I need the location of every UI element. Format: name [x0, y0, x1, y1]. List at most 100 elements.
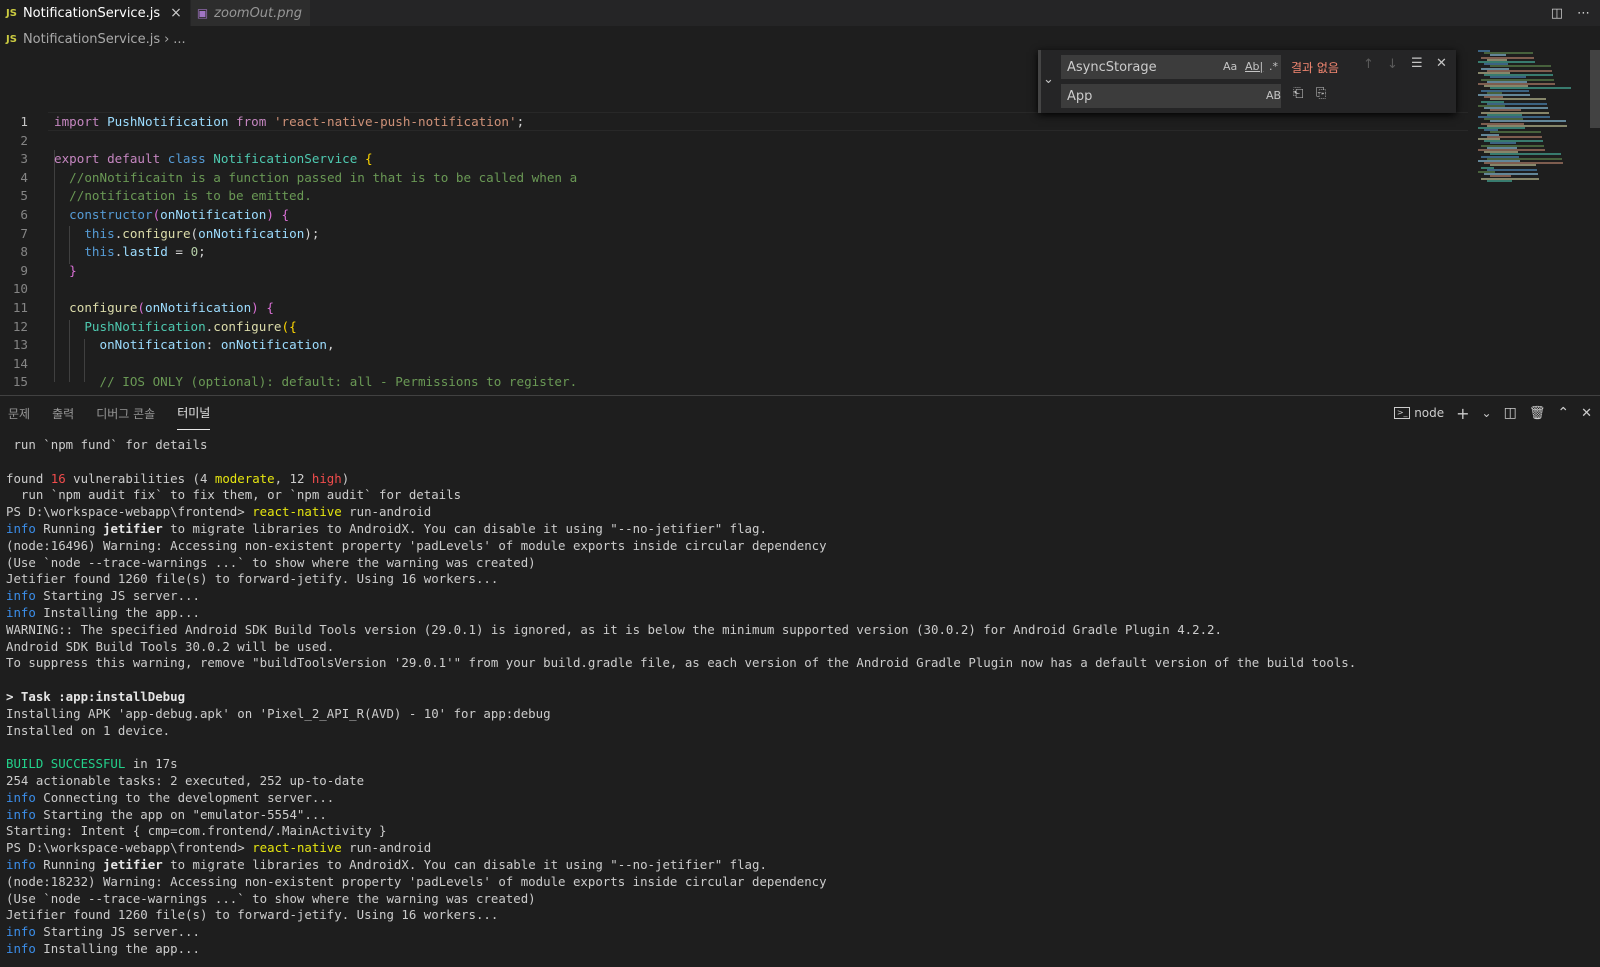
- code-line[interactable]: 6 constructor(onNotification) {: [0, 205, 1460, 224]
- code-text: import PushNotification from 'react-nati…: [54, 114, 525, 129]
- line-number: 5: [20, 188, 28, 204]
- terminal-line: Jetifier found 1260 file(s) to forward-j…: [6, 907, 499, 923]
- line-number: 4: [20, 169, 28, 185]
- match-case-icon[interactable]: Aa: [1223, 60, 1237, 73]
- terminal-line: info Starting the app on "emulator-5554"…: [6, 806, 327, 822]
- tab-debug-console[interactable]: 디버그 콘솔: [96, 396, 155, 430]
- find-input-value: AsyncStorage: [1067, 59, 1157, 75]
- terminal-line: info Installing the app...: [6, 940, 200, 956]
- terminal-line: BUILD SUCCESSFUL in 17s: [6, 756, 178, 772]
- tab-terminal[interactable]: 터미널: [177, 396, 211, 430]
- terminal-output[interactable]: run `npm fund` for details found 16 vuln…: [6, 436, 1356, 957]
- code-line[interactable]: 14: [0, 354, 1460, 373]
- terminal-line: PS D:\workspace-webapp\frontend> react-n…: [6, 840, 432, 856]
- vertical-scrollbar[interactable]: [1590, 50, 1600, 128]
- terminal-line: info Starting JS server...: [6, 924, 200, 940]
- match-whole-word-icon[interactable]: Ab|: [1245, 60, 1263, 73]
- terminal-line: run `npm fund` for details: [6, 437, 208, 452]
- line-number: 7: [20, 225, 28, 241]
- code-line[interactable]: 10: [0, 279, 1460, 298]
- terminal-line: Android SDK Build Tools 30.0.2 will be u…: [6, 638, 335, 654]
- terminal-line: Jetifier found 1260 file(s) to forward-j…: [6, 571, 499, 587]
- panel-actions: >_ node + ⌄ ◫ 🗑 ⌃ ✕: [1394, 396, 1592, 430]
- editor-tab-bar: JS NotificationService.js × ▣ zoomOut.pn…: [0, 0, 1600, 26]
- code-line[interactable]: 8 this.lastId = 0;: [0, 242, 1460, 261]
- use-regex-icon[interactable]: .*: [1269, 60, 1278, 73]
- toggle-replace-chevron-icon[interactable]: ⌄: [1043, 72, 1054, 87]
- code-text: export default class NotificationService…: [54, 151, 373, 167]
- javascript-file-icon: JS: [6, 7, 17, 19]
- replace-input[interactable]: App: [1061, 84, 1281, 108]
- terminal-line: info Running jetifier to migrate librari…: [6, 856, 767, 872]
- terminal-line: info Installing the app...: [6, 604, 200, 620]
- more-actions-icon[interactable]: ⋯: [1577, 6, 1590, 21]
- line-number: 3: [20, 151, 28, 167]
- line-number: 8: [20, 244, 28, 260]
- terminal-name: node: [1414, 406, 1445, 420]
- split-terminal-icon[interactable]: ◫: [1504, 405, 1517, 421]
- close-icon[interactable]: ✕: [1436, 56, 1447, 71]
- code-text: this.configure(onNotification);: [84, 225, 320, 241]
- code-text: this.lastId = 0;: [84, 244, 206, 260]
- chevron-down-icon[interactable]: ⌄: [1482, 406, 1492, 420]
- code-line[interactable]: 12 PushNotification.configure({: [0, 317, 1460, 336]
- code-text: constructor(onNotification) {: [69, 207, 290, 222]
- new-terminal-icon[interactable]: +: [1456, 404, 1469, 423]
- minimap-line: [1490, 164, 1536, 167]
- breadcrumb-file[interactable]: NotificationService.js: [23, 32, 160, 47]
- maximize-panel-icon[interactable]: ⌃: [1557, 405, 1569, 421]
- terminal-line: WARNING:: The specified Android SDK Buil…: [6, 621, 1222, 637]
- previous-match-icon[interactable]: ↑: [1363, 57, 1374, 72]
- code-line[interactable]: 3 export default class NotificationServic…: [0, 149, 1460, 168]
- code-line[interactable]: 9 }: [0, 261, 1460, 280]
- code-text: PushNotification.configure({: [84, 318, 297, 334]
- line-number: 12: [12, 318, 28, 334]
- code-line[interactable]: 11 configure(onNotification) {: [0, 298, 1460, 317]
- line-number: 14: [12, 355, 28, 371]
- tab-zoomout[interactable]: ▣ zoomOut.png: [190, 0, 312, 26]
- terminal-selector[interactable]: >_ node: [1394, 406, 1444, 420]
- terminal-line: (Use `node --trace-warnings ...` to show…: [6, 890, 536, 906]
- split-editor-icon[interactable]: ◫: [1551, 6, 1563, 21]
- terminal-line: To suppress this warning, remove "buildT…: [6, 655, 1357, 671]
- no-results-text: 결과 없음: [1291, 61, 1339, 75]
- terminal-line: Installing APK 'app-debug.apk' on 'Pixel…: [6, 705, 551, 721]
- tab-output[interactable]: 출력: [52, 396, 74, 430]
- code-line[interactable]: 5 //notification is to be emitted.: [0, 186, 1460, 205]
- code-line[interactable]: 7 this.configure(onNotification);: [0, 224, 1460, 243]
- terminal-line: info Connecting to the development serve…: [6, 789, 335, 805]
- replace-all-icon[interactable]: ⎘: [1316, 86, 1326, 101]
- line-number: 1: [20, 114, 28, 129]
- replace-input-value: App: [1067, 88, 1093, 104]
- close-icon[interactable]: ×: [170, 5, 182, 21]
- code-line[interactable]: 4 //onNotificaitn is a function passed i…: [0, 168, 1460, 187]
- next-match-icon[interactable]: ↓: [1387, 57, 1398, 72]
- preserve-case-icon[interactable]: AB: [1266, 89, 1281, 102]
- find-in-selection-icon[interactable]: ☰: [1411, 56, 1423, 71]
- tab-label: zoomOut.png: [214, 5, 303, 21]
- replace-icon[interactable]: ⎗: [1293, 86, 1303, 101]
- close-panel-icon[interactable]: ✕: [1581, 406, 1592, 421]
- panel-tabs: 문제 출력 디버그 콘솔 터미널: [0, 396, 224, 430]
- tab-notificationservice[interactable]: JS NotificationService.js ×: [0, 0, 191, 26]
- javascript-file-icon: JS: [6, 33, 17, 45]
- editor-actions: ◫ ⋯: [1551, 0, 1590, 26]
- breadcrumb-more[interactable]: ...: [173, 32, 185, 47]
- code-line[interactable]: 2: [0, 131, 1460, 150]
- line-number: 13: [12, 337, 28, 353]
- code-line[interactable]: 1 import PushNotification from 'react-nat…: [0, 112, 1460, 131]
- terminal-line: (Use `node --trace-warnings ...` to show…: [6, 554, 536, 570]
- trash-icon[interactable]: 🗑: [1529, 406, 1546, 421]
- minimap[interactable]: [1478, 50, 1588, 190]
- bottom-panel: 문제 출력 디버그 콘솔 터미널 >_ node + ⌄ ◫ 🗑 ⌃ ✕ run…: [0, 395, 1600, 967]
- code-line[interactable]: 13 onNotification: onNotification,: [0, 335, 1460, 354]
- code-text: configure(onNotification) {: [69, 300, 274, 315]
- code-line[interactable]: 15 // IOS ONLY (optional): default: all …: [0, 372, 1460, 391]
- tab-problems[interactable]: 문제: [8, 396, 30, 430]
- code-text: onNotification: onNotification,: [99, 337, 335, 353]
- breadcrumb: JS NotificationService.js › ...: [0, 28, 186, 50]
- code-text: //notification is to be emitted.: [69, 188, 312, 204]
